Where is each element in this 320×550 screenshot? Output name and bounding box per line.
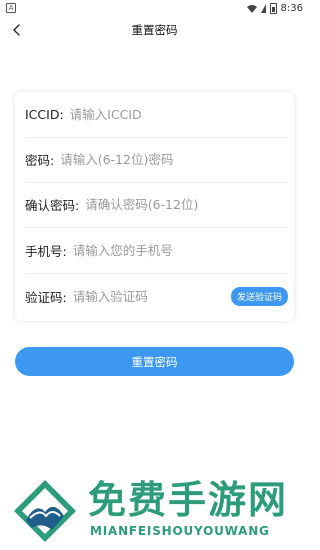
iccid-label: ICCID: (25, 107, 64, 122)
battery-icon (269, 2, 277, 14)
confirm-password-input[interactable] (85, 197, 288, 212)
watermark-subtitle: MIANFEISHOUYOUWANG (90, 524, 270, 538)
verification-code-row: 验证码: 发送验证码 (25, 274, 288, 319)
confirm-password-row: 确认密码: (25, 182, 288, 228)
wifi-icon (246, 4, 257, 13)
phone-row: 手机号: (25, 228, 288, 274)
watermark-logo (14, 480, 76, 542)
watermark-title: 免费手游网 (88, 477, 289, 522)
status-bar: A 8:36 (0, 0, 309, 16)
verification-code-label: 验证码: (25, 290, 67, 305)
status-time: 8:36 (280, 2, 303, 14)
signal-icon (260, 3, 266, 13)
reset-password-button[interactable]: 重置密码 (15, 347, 294, 376)
watermark: 免费手游网 MIANFEISHOUYOUWANG (12, 478, 302, 546)
password-input[interactable] (60, 152, 288, 167)
phone-input[interactable] (72, 243, 288, 258)
iccid-input[interactable] (69, 107, 288, 122)
send-code-button[interactable]: 发送验证码 (230, 287, 288, 306)
verification-code-input[interactable] (72, 289, 231, 304)
reset-form-card: ICCID: 密码: 确认密码: 手机号: 验证码: 发送验证码 (15, 92, 294, 321)
phone-label: 手机号: (25, 244, 67, 259)
iccid-row: ICCID: (25, 92, 288, 138)
confirm-password-label: 确认密码: (25, 198, 80, 213)
status-indicators: 8:36 (246, 1, 303, 15)
password-label: 密码: (25, 153, 55, 168)
page-title: 重置密码 (131, 23, 178, 37)
nav-bar: 重置密码 (0, 16, 309, 44)
notification-icon: A (6, 3, 16, 13)
password-row: 密码: (25, 137, 288, 183)
